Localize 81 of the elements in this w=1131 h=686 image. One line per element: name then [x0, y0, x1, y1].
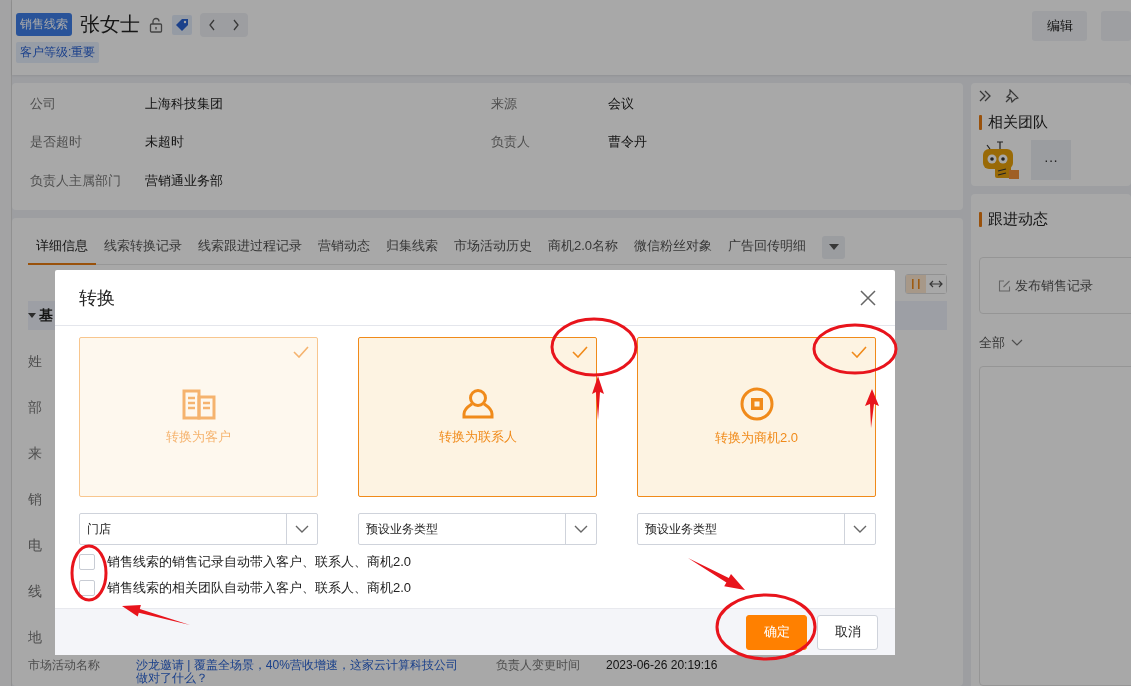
- chevron-down-icon: [295, 525, 309, 533]
- field-label: 市场活动名称: [28, 659, 101, 674]
- section-title: 基: [39, 306, 53, 325]
- more-button[interactable]: ···: [1031, 140, 1071, 180]
- chevron-down-icon: [1011, 339, 1023, 347]
- check-icon: [851, 346, 867, 358]
- cancel-button[interactable]: 取消: [817, 614, 878, 650]
- field-value: 会议: [608, 95, 635, 113]
- field-label: 来: [28, 444, 42, 463]
- field-label: 部: [28, 398, 42, 417]
- coin-icon: [739, 387, 774, 421]
- more-tabs-button[interactable]: [822, 235, 846, 259]
- field-label: 销: [28, 490, 42, 509]
- field-label: 负责人: [491, 133, 531, 152]
- field-value: 未超时: [145, 133, 185, 152]
- caret-down-icon: [828, 244, 839, 250]
- field-label: 来源: [491, 95, 518, 113]
- annotation-arrow: [688, 558, 745, 590]
- checkbox[interactable]: [79, 554, 95, 570]
- field-label: 姓: [28, 352, 42, 371]
- field-value: 营销通业务部: [145, 171, 224, 190]
- building-icon: [181, 388, 216, 420]
- horizontal-arrows-icon: [929, 279, 943, 289]
- checkbox-label: 销售线索的相关团队自动带入客户、联系人、商机2.0: [107, 579, 412, 597]
- chevron-down-icon: [853, 525, 867, 533]
- field-label: 地: [28, 628, 42, 647]
- double-chevron-right-icon[interactable]: [979, 90, 991, 102]
- select-field[interactable]: 预设业务类型: [358, 513, 597, 545]
- field-label: 负责人主属部门: [30, 171, 122, 190]
- check-icon: [572, 346, 588, 358]
- field-label: 线: [28, 582, 42, 601]
- card-label: 转换为联系人: [438, 428, 517, 446]
- tab[interactable]: 微信粉丝对象: [626, 229, 721, 265]
- close-icon: [859, 288, 877, 307]
- tab[interactable]: 线索转换记录: [96, 229, 190, 265]
- record-title: 张女士: [80, 12, 140, 37]
- chevron-down-icon: [574, 525, 588, 533]
- check-icon: [293, 346, 309, 358]
- filter-dropdown[interactable]: 全部: [979, 334, 1123, 352]
- tag-button[interactable]: [172, 14, 192, 35]
- dialog-title: 转换: [79, 286, 115, 310]
- card-label: 转换为商机2.0: [714, 429, 799, 447]
- tag-icon: [175, 17, 189, 32]
- post-record-button[interactable]: 发布销售记录: [979, 257, 1131, 314]
- tab[interactable]: 广告回传明细: [720, 229, 815, 265]
- tab[interactable]: 商机2.0名称: [540, 229, 627, 265]
- title-accent-bar: [979, 212, 982, 227]
- expand-width-button[interactable]: [926, 275, 946, 293]
- edit-button[interactable]: 编辑: [1032, 11, 1087, 41]
- record-type-badge: 销售线索: [16, 13, 72, 36]
- field-label: 公司: [30, 95, 57, 113]
- field-label: 是否超时: [30, 133, 83, 152]
- select-field[interactable]: 预设业务类型: [637, 513, 876, 545]
- pin-icon[interactable]: [1005, 89, 1019, 103]
- chevron-right-icon: [232, 18, 240, 31]
- tab[interactable]: 营销动态: [310, 229, 378, 265]
- card-label: 转换为客户: [166, 428, 231, 446]
- panel-title: 跟进动态: [988, 210, 1048, 229]
- field-value: 2023-06-26 20:19:16: [606, 659, 719, 674]
- level-tag: 客户等级:重要: [16, 42, 100, 63]
- field-label: 电: [28, 536, 42, 555]
- checkbox[interactable]: [79, 580, 95, 596]
- field-value: 曹令丹: [608, 133, 648, 152]
- caret-down-icon: [28, 313, 36, 318]
- field-value: 上海科技集团: [145, 95, 224, 113]
- person-icon: [460, 388, 495, 420]
- panel-title: 相关团队: [988, 113, 1048, 132]
- tab[interactable]: 详细信息: [28, 229, 96, 265]
- annotation-circle: [70, 544, 108, 602]
- close-button[interactable]: [859, 288, 877, 307]
- checkbox-label: 销售线索的销售记录自动带入客户、联系人、商机2.0: [107, 553, 412, 571]
- tab[interactable]: 归集线索: [378, 229, 446, 265]
- chevron-left-icon: [208, 18, 216, 31]
- campaign-link[interactable]: 沙龙邀请 | 覆盖全场景，40%营收增速，这家云计算科技公司做对了什么？: [136, 659, 466, 685]
- field-label: 负责人变更时间: [496, 659, 581, 674]
- bars-icon: [911, 278, 921, 290]
- tab[interactable]: 市场活动历史: [446, 229, 540, 265]
- tab[interactable]: 线索跟进过程记录: [190, 229, 310, 265]
- edit-icon: [998, 279, 1011, 292]
- title-accent-bar: [979, 115, 982, 130]
- lock-icon: [148, 16, 164, 33]
